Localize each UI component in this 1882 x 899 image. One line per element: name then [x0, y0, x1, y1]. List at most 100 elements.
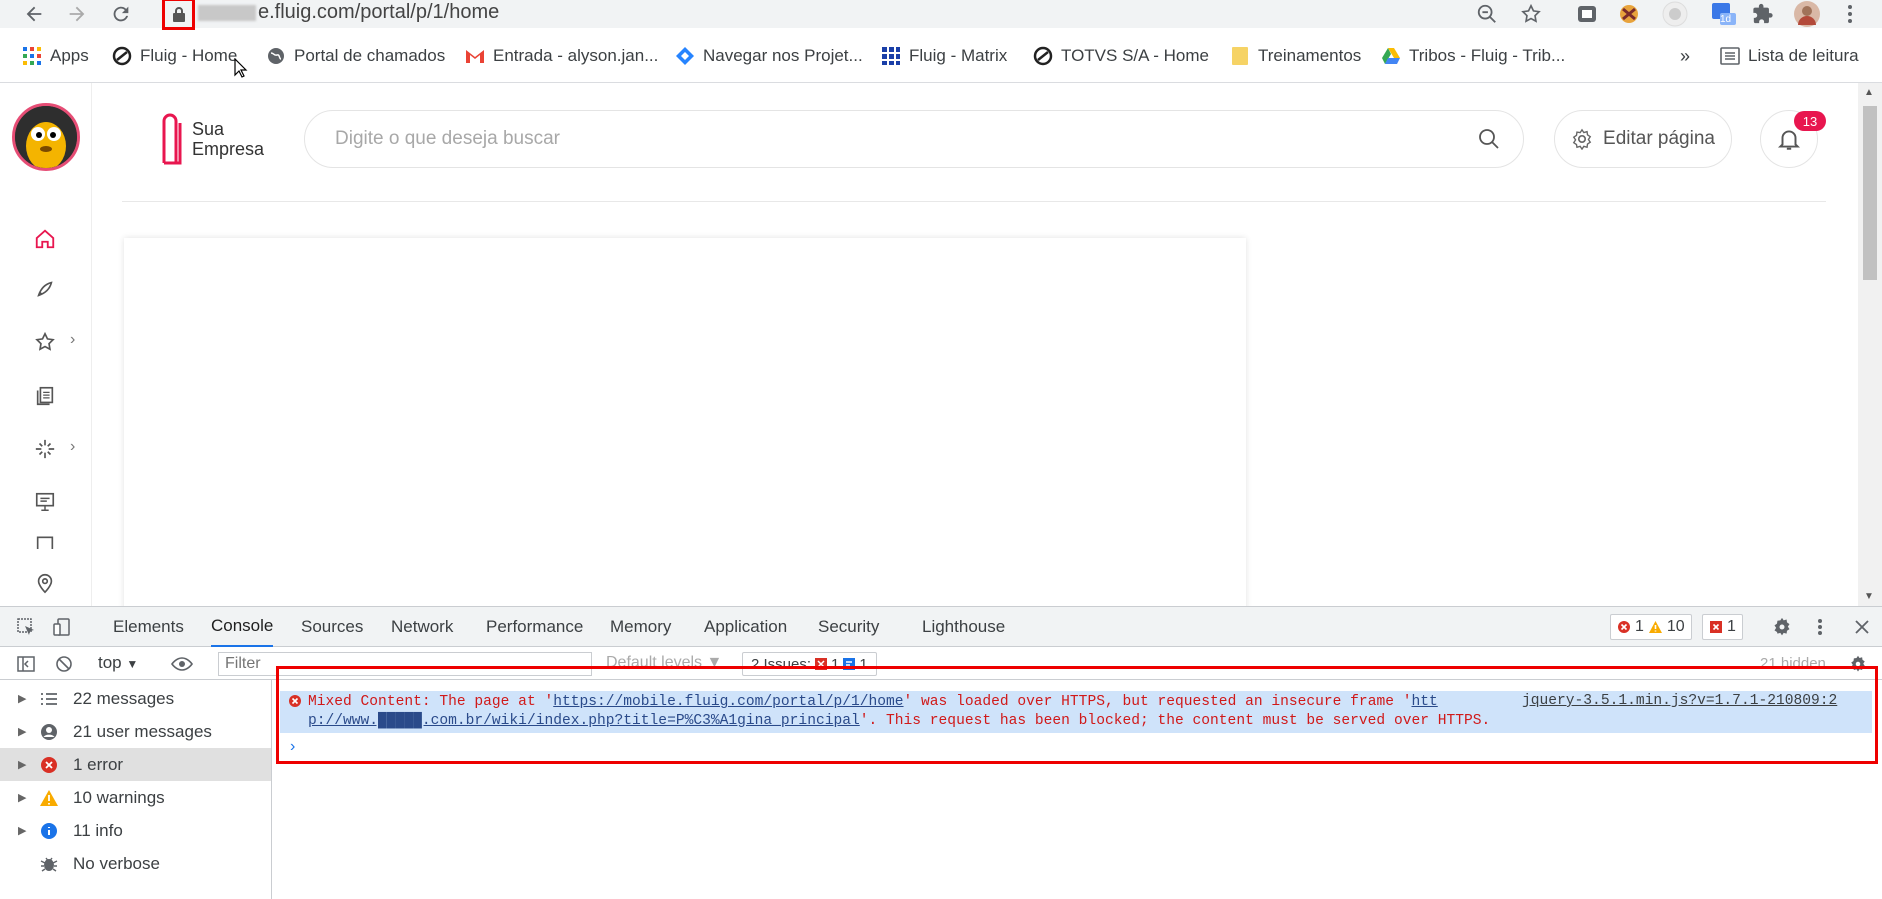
jira-icon: [675, 46, 695, 66]
search-icon[interactable]: [1477, 127, 1501, 151]
error-source-link[interactable]: jquery-3.5.1.min.js?v=1.7.1-210809:2: [1522, 693, 1837, 709]
tab-lighthouse[interactable]: Lighthouse: [922, 607, 1005, 647]
scroll-down-arrow-icon[interactable]: ▼: [1864, 591, 1874, 602]
home-icon[interactable]: [29, 223, 61, 255]
bookmark-apps[interactable]: Apps: [22, 44, 89, 68]
documents-icon[interactable]: [29, 380, 61, 412]
address-bar[interactable]: e.fluig.com/portal/p/1/home: [198, 1, 499, 24]
console-error-message[interactable]: Mixed Content: The page at 'https://mobi…: [280, 691, 1872, 733]
grid-icon: [881, 46, 901, 66]
back-button[interactable]: [20, 0, 48, 28]
sidebar-item-errors[interactable]: ▶ 1 error: [0, 748, 271, 781]
company-logo[interactable]: Sua Empresa: [158, 113, 264, 165]
extension-badge: 1d: [1720, 14, 1732, 25]
extension-button-3[interactable]: [1660, 0, 1690, 28]
scroll-up-arrow-icon[interactable]: ▲: [1864, 87, 1874, 98]
issues-button[interactable]: 2 Issues: 1 1: [742, 652, 877, 676]
forward-button[interactable]: [63, 0, 91, 28]
console-counts[interactable]: 1 10: [1610, 614, 1692, 640]
bookmark-gmail[interactable]: Entrada - alyson.jan...: [465, 44, 658, 68]
drive-icon: [1381, 46, 1401, 66]
logo-text: Sua Empresa: [192, 119, 265, 159]
toggle-sidebar-button[interactable]: [14, 652, 38, 676]
frame-url-link-start[interactable]: htt: [1411, 694, 1437, 710]
console-settings-button[interactable]: [1846, 652, 1870, 676]
extension-button-2[interactable]: [1616, 0, 1642, 28]
partial-menu-icon[interactable]: [29, 533, 61, 549]
apps-grid-icon: [22, 46, 42, 66]
gmail-icon: [465, 46, 485, 66]
error-icon: [1618, 621, 1630, 633]
sidebar-item-user-messages[interactable]: ▶ 21 user messages: [0, 715, 271, 748]
bookmark-fluig-home[interactable]: Fluig - Home: [112, 44, 237, 68]
tab-memory[interactable]: Memory: [610, 607, 671, 647]
page-scrollbar[interactable]: ▲ ▼: [1858, 83, 1882, 606]
tab-application[interactable]: Application: [704, 607, 787, 647]
devtools-settings-button[interactable]: [1770, 615, 1794, 639]
bookmark-label: Entrada - alyson.jan...: [493, 46, 659, 65]
issues-counter[interactable]: 1: [1702, 614, 1743, 640]
search-bar[interactable]: [304, 110, 1524, 168]
zoom-button[interactable]: [1474, 0, 1500, 28]
expand-caret-icon: ▶: [18, 759, 27, 771]
inspect-element-button[interactable]: [14, 615, 38, 639]
bookmark-star-button[interactable]: [1518, 0, 1544, 28]
tab-security[interactable]: Security: [818, 607, 879, 647]
devtools-close-button[interactable]: [1850, 615, 1874, 639]
bookmark-treinamentos[interactable]: Treinamentos: [1230, 44, 1361, 68]
site-info-button[interactable]: [162, 0, 195, 30]
filter-input[interactable]: [218, 652, 592, 676]
extensions-menu-button[interactable]: [1750, 0, 1776, 28]
scrollbar-thumb[interactable]: [1863, 106, 1877, 280]
presentation-icon[interactable]: [29, 486, 61, 518]
clear-console-button[interactable]: [52, 652, 76, 676]
location-pin-icon[interactable]: [29, 567, 61, 599]
sidebar-item-info[interactable]: ▶ 11 info: [0, 814, 271, 847]
bookmark-jira[interactable]: Navegar nos Projet...: [675, 44, 863, 68]
arrow-left-icon: [26, 6, 42, 22]
reading-list-button[interactable]: Lista de leitura: [1720, 44, 1859, 68]
chevron-right-icon: ›: [70, 438, 76, 455]
frame-url-link[interactable]: p://www.█████.com.br/wiki/index.php?titl…: [308, 713, 860, 729]
tab-performance[interactable]: Performance: [486, 607, 583, 647]
console-prompt[interactable]: ›: [280, 738, 1872, 760]
overflow-chevron: »: [1680, 45, 1691, 66]
context-selector[interactable]: top ▼: [98, 653, 138, 673]
workflow-icon[interactable]: [29, 433, 61, 465]
page-url-link[interactable]: https://mobile.fluig.com/portal/p/1/home: [553, 694, 903, 710]
tab-console[interactable]: Console: [211, 607, 274, 647]
tab-elements[interactable]: Elements: [113, 607, 184, 647]
extension-button-4[interactable]: 1d: [1706, 0, 1740, 28]
tab-network[interactable]: Network: [391, 607, 453, 647]
reload-button[interactable]: [107, 0, 135, 28]
content-card: [124, 238, 1246, 606]
block-icon: [56, 656, 72, 672]
bookmark-label: Portal de chamados: [294, 46, 446, 65]
bookmark-portal-chamados[interactable]: Portal de chamados: [266, 44, 445, 68]
sidebar-item-verbose[interactable]: No verbose: [0, 847, 271, 880]
live-expression-button[interactable]: [170, 652, 194, 676]
browser-menu-button[interactable]: [1840, 0, 1860, 28]
log-levels-dropdown[interactable]: Default levels ▼: [606, 654, 722, 672]
edit-page-button[interactable]: Editar página: [1554, 110, 1732, 168]
search-input[interactable]: [335, 128, 1435, 150]
header-divider: [122, 201, 1826, 202]
sidebar-item-warnings[interactable]: ▶ 10 warnings: [0, 781, 271, 814]
bookmark-totvs-home[interactable]: TOTVS S/A - Home: [1033, 44, 1209, 68]
bookmarks-overflow-button[interactable]: »: [1680, 44, 1690, 68]
devtools-more-button[interactable]: [1808, 615, 1832, 639]
user-icon: [38, 721, 60, 743]
profile-button[interactable]: [1792, 0, 1822, 28]
user-avatar[interactable]: [12, 103, 80, 171]
device-toolbar-button[interactable]: [50, 615, 74, 639]
tab-sources[interactable]: Sources: [301, 607, 363, 647]
sidebar-item-messages[interactable]: ▶ 22 messages: [0, 682, 271, 715]
favorites-star-icon[interactable]: [29, 326, 61, 358]
totvs-icon: [1033, 46, 1053, 66]
bug-icon: [38, 853, 60, 875]
bookmark-tribos[interactable]: Tribos - Fluig - Trib...: [1381, 44, 1565, 68]
extension-button-1[interactable]: [1574, 0, 1600, 28]
reload-icon: [113, 6, 129, 22]
bookmark-fluig-matrix[interactable]: Fluig - Matrix: [881, 44, 1007, 68]
rocket-icon[interactable]: [29, 273, 61, 305]
